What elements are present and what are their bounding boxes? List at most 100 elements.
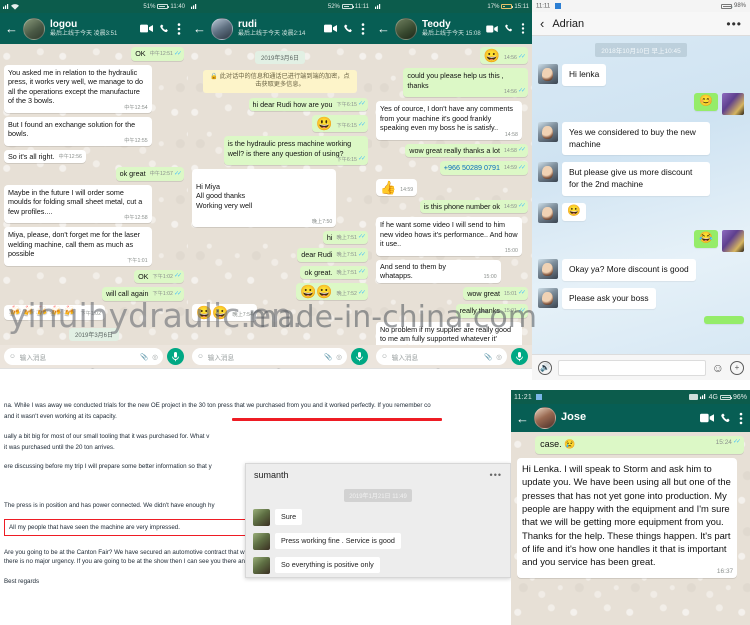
message-input[interactable] [558,359,706,376]
chat-bubble-outgoing[interactable]: ok great. 晚上7:51 ✓✓ [300,265,368,280]
avatar[interactable] [253,509,270,526]
chat-bubble-sticker-outgoing[interactable]: 😂 [694,229,718,248]
overflow-menu-icon[interactable] [177,22,181,35]
chat-bubble-sticker-outgoing[interactable]: 😊 [694,92,718,111]
avatar[interactable] [538,162,558,183]
chat-bubble-outgoing[interactable]: could you please help us this , thanks 1… [403,68,528,97]
plus-icon[interactable]: + [730,360,744,375]
chat-bubble-outgoing[interactable]: wow great really thanks a lot 14:58 ✓✓ [405,143,528,157]
chat-bubble-incoming[interactable]: But I found an exchange solution for the… [4,116,152,146]
nav-home-icon[interactable]: ◯ [84,366,102,370]
nav-recents-icon[interactable]: ▢ [465,366,480,370]
chat-bubble-incoming[interactable]: Yes we considered to buy the new machine [562,121,711,156]
chat-bubble-incoming[interactable]: Press working fine . Service is good [275,533,401,549]
contact-info[interactable]: rudi 最后上线于今天 凌晨2:14 [238,19,319,38]
emoji-icon[interactable]: ☺ [9,353,16,360]
chat-bubble-partial[interactable] [704,316,744,325]
nav-recents-icon[interactable]: ▢ [126,366,141,370]
chat-bubble-incoming[interactable]: Hi Lenka. I will speak to Storm and ask … [517,457,738,578]
chat-bubble-incoming[interactable]: 😀😀 晚上7:54 [192,304,257,322]
overflow-menu-icon[interactable] [361,22,365,35]
avatar[interactable] [538,287,558,308]
microphone-icon[interactable] [351,348,368,365]
nav-home-icon[interactable]: ◯ [270,366,288,370]
chat-bubble-incoming[interactable]: Please ask your boss [562,287,656,310]
chat-bubble-outgoing[interactable]: 😀😀 晚上7:52 ✓✓ [296,283,368,301]
chat-bubble-incoming[interactable]: Miya, please, don't forget me for the la… [4,227,152,266]
voice-call-icon[interactable] [344,24,354,34]
chat-bubble-outgoing[interactable]: OK 下午1:02 ✓✓ [134,269,184,283]
video-call-icon[interactable] [324,24,337,33]
message-list[interactable]: 2019年3月6日 🔒 此对话中的信息和通话已进行端到端的加密，点击获取更多信息… [188,44,372,345]
avatar[interactable] [538,258,558,279]
avatar[interactable] [253,533,270,550]
chat-bubble-outgoing[interactable]: ok great 中午12:57 ✓✓ [115,167,184,181]
avatar[interactable] [395,17,417,40]
camera-icon[interactable]: ◎ [336,353,342,361]
voice-call-icon[interactable] [160,24,170,34]
overflow-menu-icon[interactable] [739,412,743,425]
avatar[interactable] [538,202,558,223]
back-arrow-icon[interactable]: ← [5,22,18,35]
nav-home-icon[interactable]: ◯ [429,366,447,370]
chat-bubble-incoming[interactable]: 👍 14:59 [376,178,418,196]
message-list[interactable]: case. 😢 15:24 ✓✓ Hi Lenka. I will speak t… [511,432,750,625]
avatar[interactable] [253,557,270,574]
back-arrow-icon[interactable]: ← [377,22,390,35]
chat-bubble-outgoing[interactable]: really thanks 15:01 ✓✓ [455,304,528,318]
back-chevron-icon[interactable]: ‹ [540,16,544,31]
paperclip-icon[interactable]: 📎 [324,353,332,361]
chat-bubble-outgoing[interactable]: is this phone number ok 14:59 ✓✓ [419,199,528,213]
voice-call-icon[interactable] [505,24,514,33]
chat-bubble-outgoing[interactable]: +966 50289 0791 14:59 ✓✓ [439,161,528,175]
chat-bubble-outgoing[interactable]: case. 😢 15:24 ✓✓ [535,436,744,454]
chat-bubble-incoming[interactable]: You asked me in relation to the hydrauli… [4,64,152,113]
avatar[interactable] [23,17,45,40]
emoji-icon[interactable]: ☺ [381,353,388,360]
back-arrow-icon[interactable]: ← [193,22,206,35]
emoji-icon[interactable]: ☺ [712,361,724,375]
voice-call-icon[interactable] [721,413,732,424]
camera-icon[interactable]: ◎ [496,353,502,361]
chat-bubble-incoming[interactable]: Sure [275,509,303,525]
chat-bubble-outgoing[interactable]: 😃 下午6:15 ✓✓ [312,115,368,133]
avatar[interactable] [534,407,556,429]
chat-bubble-incoming[interactable]: 🍻🍻🍻🍻🍻 下午1:02 [4,304,105,320]
voice-input-icon[interactable]: 🔊 [538,360,552,375]
avatar[interactable] [538,121,558,142]
message-input-box[interactable]: ☺ 输入消息 📎 ◎ [192,348,347,365]
chat-bubble-incoming[interactable]: But please give us more discount for the… [562,162,711,196]
message-input[interactable]: 输入消息 [20,352,136,362]
message-input-box[interactable]: ☺ 输入消息 📎 ◎ [4,348,163,365]
video-call-icon[interactable] [486,25,498,33]
nav-recents-icon[interactable]: ▢ [312,366,327,370]
message-list[interactable]: 2018年10月10日 早上10:45 Hi lenka 😊 Yes we co… [532,36,750,354]
overflow-menu-icon[interactable] [521,23,525,34]
chat-bubble-incoming[interactable]: No problem if my supplier are really goo… [376,321,522,345]
chat-bubble-outgoing[interactable]: hi 晚上7:51 ✓✓ [322,230,368,245]
avatar[interactable] [722,229,744,252]
nav-back-icon[interactable]: ◁ [399,366,411,370]
chat-bubble-incoming[interactable]: Okay ya? More discount is good [562,258,696,281]
back-arrow-icon[interactable]: ← [516,412,529,425]
chat-bubble-incoming[interactable]: Yes of cource, I don't have any comments… [376,101,522,140]
contact-info[interactable]: Teody 最后上线于今天 15:08 [422,19,481,38]
chat-bubble-incoming[interactable]: Hi lenka [562,64,607,86]
message-list[interactable]: 😀 14:56 ✓✓ could you please help us this … [372,44,532,345]
chat-bubble-incoming[interactable]: If he want some video I will send to him… [376,217,522,256]
chat-bubble-incoming[interactable]: Hi Miya All good thanks Working very wel… [192,169,337,227]
camera-icon[interactable]: ◎ [152,353,158,361]
chat-bubble-outgoing[interactable]: 😀 14:56 ✓✓ [479,47,528,64]
more-dots-icon[interactable]: ••• [490,470,502,480]
microphone-icon[interactable] [167,348,184,365]
chat-bubble-outgoing[interactable]: hi dear Rudi how are you 下午6:15 ✓✓ [248,97,368,112]
paperclip-icon[interactable]: 📎 [484,353,492,361]
video-call-icon[interactable] [700,413,714,423]
emoji-icon[interactable]: ☺ [197,353,204,360]
microphone-icon[interactable] [511,348,528,365]
avatar[interactable] [722,92,744,115]
nav-back-icon[interactable]: ◁ [47,366,59,370]
message-list[interactable]: 2019年1月21日 11:49 Sure Press working fine… [246,485,510,577]
chat-bubble-incoming[interactable]: And send to them by whatapps. 15:00 [376,259,501,283]
message-input[interactable]: 输入消息 [392,352,480,362]
